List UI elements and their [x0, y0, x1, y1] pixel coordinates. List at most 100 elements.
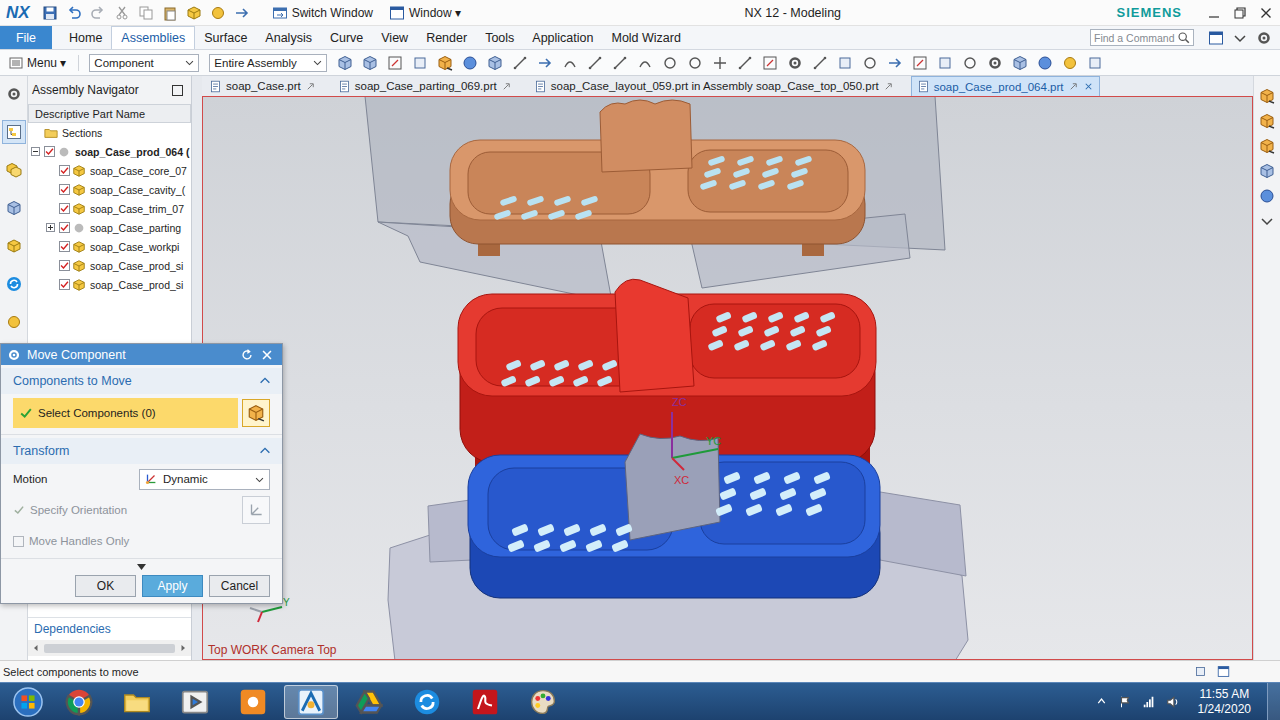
assembly-icon[interactable]	[57, 145, 71, 159]
dot-icon[interactable]	[6, 314, 22, 330]
gear-icon[interactable]	[787, 55, 803, 71]
column-header[interactable]: Descriptive Part Name	[28, 104, 191, 123]
switch-icon[interactable]	[272, 5, 288, 21]
document-tab[interactable]: soap_Case_prod_064.prt	[911, 76, 1100, 96]
folder-icon[interactable]	[44, 126, 58, 140]
taskbar-app[interactable]	[168, 685, 222, 719]
expand-more-icon[interactable]	[137, 564, 146, 570]
line-icon[interactable]	[587, 55, 603, 71]
orient-icon[interactable]	[247, 501, 265, 519]
document-tab[interactable]: soap_Case_layout_059.prt in Assembly soa…	[529, 76, 899, 96]
sq-icon[interactable]	[1087, 55, 1103, 71]
flag-icon[interactable]	[1118, 695, 1132, 709]
dot-icon[interactable]	[1062, 55, 1078, 71]
chevdown-icon[interactable]	[254, 474, 265, 485]
taskbar-app[interactable]	[226, 685, 280, 719]
plus-icon[interactable]	[712, 55, 728, 71]
circle-icon[interactable]	[962, 55, 978, 71]
ribbon-tab[interactable]: Home	[60, 26, 111, 49]
pin-icon[interactable]	[501, 81, 512, 92]
menu-icon[interactable]	[8, 55, 24, 71]
expand-toggle-icon[interactable]	[31, 147, 40, 156]
assembly-icon[interactable]	[72, 221, 86, 235]
visibility-checkbox[interactable]	[59, 222, 70, 233]
doc-icon[interactable]	[338, 80, 351, 93]
circle-icon[interactable]	[862, 55, 878, 71]
sq-icon[interactable]	[1194, 665, 1207, 678]
clock[interactable]: 11:55 AM1/24/2020	[1190, 687, 1257, 717]
orange-soap-case[interactable]	[450, 100, 865, 256]
cube-icon[interactable]	[337, 55, 353, 71]
maximize-box[interactable]	[172, 85, 183, 96]
redcheck-icon[interactable]	[59, 165, 70, 176]
closeblue-icon[interactable]	[1083, 81, 1094, 92]
bluesphere-icon[interactable]	[462, 55, 478, 71]
speaker-icon[interactable]	[1166, 695, 1180, 709]
find-command-field[interactable]: Find a Command	[1090, 29, 1194, 46]
arc-icon[interactable]	[637, 55, 653, 71]
scroll-thumb[interactable]	[44, 644, 175, 653]
frame-icon[interactable]	[387, 55, 403, 71]
copy-icon[interactable]	[138, 5, 154, 21]
tree-item[interactable]: soap_Case_trim_07	[28, 199, 191, 218]
document-tab[interactable]: soap_Case.prt	[204, 76, 321, 96]
gearw-icon[interactable]	[7, 348, 21, 362]
line-icon[interactable]	[737, 55, 753, 71]
undo-icon[interactable]	[66, 5, 82, 21]
xwin-icon[interactable]	[1258, 5, 1274, 21]
chevdown-icon[interactable]	[1232, 30, 1248, 46]
arrow-icon[interactable]	[234, 5, 250, 21]
nav-icon[interactable]	[6, 124, 22, 140]
chevdown-icon[interactable]	[312, 57, 323, 68]
model-view[interactable]: ZCYCXCY	[203, 97, 1252, 659]
cube-icon[interactable]	[487, 55, 503, 71]
gear-icon[interactable]	[987, 55, 1003, 71]
redcheck-icon[interactable]	[59, 184, 70, 195]
document-tab[interactable]: soap_Case_parting_069.prt	[333, 76, 517, 96]
frame-icon[interactable]	[912, 55, 928, 71]
window-icon[interactable]	[389, 5, 405, 21]
orangeapp-icon[interactable]	[239, 688, 267, 716]
chrome-icon[interactable]	[65, 688, 93, 716]
sq-icon[interactable]	[412, 55, 428, 71]
drive-icon[interactable]	[355, 688, 383, 716]
sq-icon[interactable]	[837, 55, 853, 71]
scroll-right-icon[interactable]	[179, 644, 187, 652]
show-desktop-button[interactable]	[1267, 683, 1280, 720]
app-logo[interactable]: NX	[0, 3, 42, 23]
visibility-checkbox[interactable]	[59, 184, 70, 195]
line-icon[interactable]	[612, 55, 628, 71]
gear-icon[interactable]	[6, 86, 22, 102]
wcs-triad[interactable]: ZCYCXC	[672, 396, 721, 486]
line-icon[interactable]	[812, 55, 828, 71]
cavity-block[interactable]	[365, 97, 945, 302]
redcheck-icon[interactable]	[59, 279, 70, 290]
redo-icon[interactable]	[90, 5, 106, 21]
cube-icon[interactable]	[1012, 55, 1028, 71]
check-icon[interactable]	[19, 406, 33, 420]
dialog-title-bar[interactable]: Move Component	[1, 344, 282, 365]
quick-access-button[interactable]: Window ▾	[381, 5, 469, 21]
group-header[interactable]: Transform	[1, 438, 282, 464]
arrow-icon[interactable]	[887, 55, 903, 71]
dialog-button[interactable]: Cancel	[209, 575, 270, 597]
pin-icon[interactable]	[1068, 81, 1079, 92]
tree-item[interactable]: soap_Case_prod_si	[28, 275, 191, 294]
max-icon[interactable]	[1232, 5, 1248, 21]
chevdown-icon[interactable]	[184, 57, 195, 68]
part-icon[interactable]	[72, 202, 86, 216]
ocube-icon[interactable]	[1259, 138, 1275, 154]
acrobat-icon[interactable]	[471, 688, 499, 716]
tree-item[interactable]: soap_Case_core_07	[28, 161, 191, 180]
pin-icon[interactable]	[305, 81, 316, 92]
resource-bar-item[interactable]	[2, 196, 26, 220]
cube-icon[interactable]	[6, 200, 22, 216]
graphics-window[interactable]: ZCYCXCYTop WORK Camera Top	[202, 96, 1253, 660]
pin-icon[interactable]	[883, 81, 894, 92]
chevdown-icon[interactable]	[1259, 213, 1275, 229]
frame-icon[interactable]	[762, 55, 778, 71]
resource-bar-item[interactable]	[2, 120, 26, 144]
visibility-checkbox[interactable]	[59, 203, 70, 214]
tree-item[interactable]: Sections	[28, 123, 191, 142]
asm-icon[interactable]	[6, 162, 22, 178]
